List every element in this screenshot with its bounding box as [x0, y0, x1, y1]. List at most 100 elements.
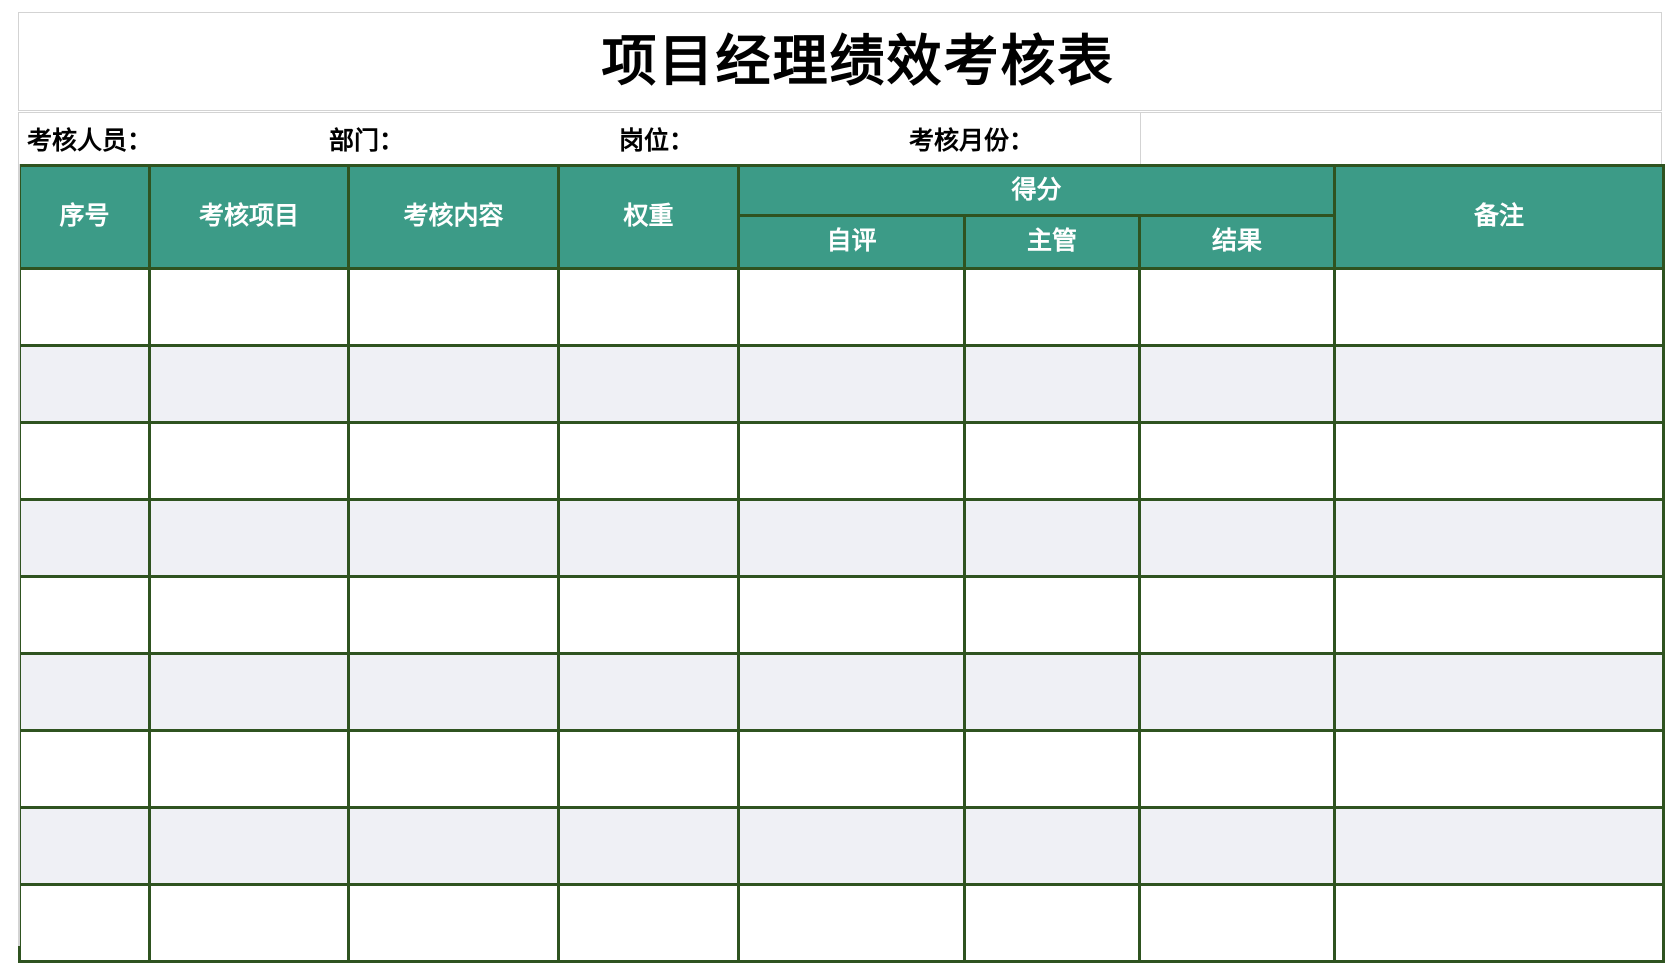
- cell-weight[interactable]: [557, 498, 740, 578]
- cell-result[interactable]: [1138, 883, 1336, 963]
- col-header-index[interactable]: 序号: [18, 164, 151, 270]
- field-department-label: 部门：: [329, 126, 405, 155]
- table-row: [18, 652, 1665, 732]
- field-assessee[interactable]: 考核人员：: [27, 113, 152, 164]
- cell-result[interactable]: [1138, 344, 1336, 424]
- cell-item[interactable]: [148, 652, 350, 732]
- col-header-weight[interactable]: 权重: [557, 164, 740, 270]
- cell-self[interactable]: [737, 421, 966, 501]
- cell-remark[interactable]: [1333, 267, 1665, 347]
- field-assessee-label: 考核人员：: [27, 126, 153, 155]
- cell-supervisor[interactable]: [963, 806, 1141, 886]
- cell-result[interactable]: [1138, 267, 1336, 347]
- cell-weight[interactable]: [557, 267, 740, 347]
- cell-content[interactable]: [347, 498, 560, 578]
- cell-content[interactable]: [347, 575, 560, 655]
- cell-supervisor[interactable]: [963, 498, 1141, 578]
- cell-content[interactable]: [347, 729, 560, 809]
- cell-result[interactable]: [1138, 729, 1336, 809]
- cell-self[interactable]: [737, 806, 966, 886]
- col-header-supervisor[interactable]: 主管: [963, 214, 1141, 270]
- cell-item[interactable]: [148, 575, 350, 655]
- cell-supervisor[interactable]: [963, 575, 1141, 655]
- cell-remark[interactable]: [1333, 652, 1665, 732]
- cell-result[interactable]: [1138, 652, 1336, 732]
- cell-self[interactable]: [737, 498, 966, 578]
- cell-remark[interactable]: [1333, 421, 1665, 501]
- cell-self[interactable]: [737, 729, 966, 809]
- cell-index[interactable]: [18, 806, 151, 886]
- cell-supervisor[interactable]: [963, 883, 1141, 963]
- cell-self[interactable]: [737, 344, 966, 424]
- col-header-remark[interactable]: 备注: [1333, 164, 1665, 270]
- cell-index[interactable]: [18, 498, 151, 578]
- cell-item[interactable]: [148, 729, 350, 809]
- table-row: [18, 267, 1665, 347]
- col-header-score-group[interactable]: 得分: [737, 164, 1336, 217]
- cell-supervisor[interactable]: [963, 652, 1141, 732]
- cell-content[interactable]: [347, 652, 560, 732]
- cell-remark[interactable]: [1333, 575, 1665, 655]
- cell-supervisor[interactable]: [963, 421, 1141, 501]
- table-row: [18, 421, 1665, 501]
- title-band: 项目经理绩效考核表: [18, 12, 1662, 111]
- cell-self[interactable]: [737, 652, 966, 732]
- cell-result[interactable]: [1138, 806, 1336, 886]
- cell-self[interactable]: [737, 267, 966, 347]
- cell-index[interactable]: [18, 883, 151, 963]
- header-row-top: 序号 考核项目 考核内容 权重 得分 备注: [18, 164, 1665, 270]
- cell-result[interactable]: [1138, 575, 1336, 655]
- cell-remark[interactable]: [1333, 883, 1665, 963]
- col-header-content[interactable]: 考核内容: [347, 164, 560, 270]
- cell-supervisor[interactable]: [963, 729, 1141, 809]
- cell-weight[interactable]: [557, 421, 740, 501]
- cell-item[interactable]: [148, 883, 350, 963]
- cell-index[interactable]: [18, 729, 151, 809]
- col-header-result[interactable]: 结果: [1138, 214, 1336, 270]
- cell-self[interactable]: [737, 883, 966, 963]
- cell-remark[interactable]: [1333, 498, 1665, 578]
- cell-index[interactable]: [18, 421, 151, 501]
- assessment-table: 序号 考核项目 考核内容 权重 得分 备注 自评 主管 结果: [18, 164, 1665, 963]
- cell-remark[interactable]: [1333, 806, 1665, 886]
- cell-supervisor[interactable]: [963, 344, 1141, 424]
- table-row: [18, 729, 1665, 809]
- info-fields-group: 考核人员： 部门： 岗位： 考核月份：: [19, 113, 1141, 164]
- cell-remark[interactable]: [1333, 344, 1665, 424]
- cell-index[interactable]: [18, 575, 151, 655]
- cell-item[interactable]: [148, 344, 350, 424]
- field-position[interactable]: 岗位：: [619, 113, 694, 164]
- cell-weight[interactable]: [557, 575, 740, 655]
- cell-self[interactable]: [737, 575, 966, 655]
- table-row: [18, 883, 1665, 963]
- cell-content[interactable]: [347, 806, 560, 886]
- info-blank-cell[interactable]: [1141, 113, 1661, 164]
- cell-item[interactable]: [148, 421, 350, 501]
- cell-content[interactable]: [347, 421, 560, 501]
- cell-weight[interactable]: [557, 729, 740, 809]
- field-assessment-month[interactable]: 考核月份：: [909, 113, 1034, 164]
- cell-content[interactable]: [347, 344, 560, 424]
- table-header: 序号 考核项目 考核内容 权重 得分 备注 自评 主管 结果: [18, 164, 1665, 270]
- cell-weight[interactable]: [557, 344, 740, 424]
- cell-content[interactable]: [347, 267, 560, 347]
- cell-index[interactable]: [18, 267, 151, 347]
- cell-item[interactable]: [148, 806, 350, 886]
- cell-item[interactable]: [148, 267, 350, 347]
- cell-result[interactable]: [1138, 498, 1336, 578]
- cell-item[interactable]: [148, 498, 350, 578]
- field-department[interactable]: 部门：: [329, 113, 404, 164]
- cell-supervisor[interactable]: [963, 267, 1141, 347]
- col-header-self[interactable]: 自评: [737, 214, 966, 270]
- cell-weight[interactable]: [557, 652, 740, 732]
- cell-index[interactable]: [18, 652, 151, 732]
- cell-content[interactable]: [347, 883, 560, 963]
- col-header-item[interactable]: 考核项目: [148, 164, 350, 270]
- cell-weight[interactable]: [557, 806, 740, 886]
- cell-result[interactable]: [1138, 421, 1336, 501]
- cell-index[interactable]: [18, 344, 151, 424]
- cell-remark[interactable]: [1333, 729, 1665, 809]
- table-row: [18, 344, 1665, 424]
- spreadsheet-canvas: 项目经理绩效考核表 考核人员： 部门： 岗位： 考核月份： 序号 考核项目 考核…: [0, 0, 1680, 966]
- cell-weight[interactable]: [557, 883, 740, 963]
